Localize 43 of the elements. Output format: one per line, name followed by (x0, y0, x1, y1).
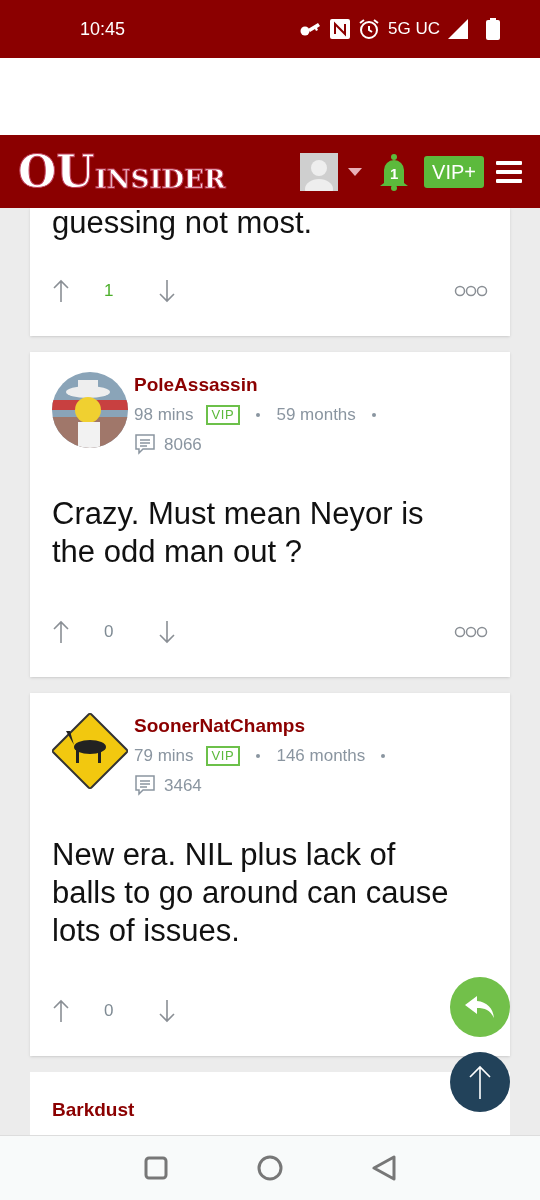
post-body: Crazy. Must mean Neyor is the odd man out ? (52, 495, 425, 571)
vote-count: 0 (104, 621, 115, 644)
comment-icon (134, 774, 156, 797)
post-body: New era. NIL plus lack of balls to go around can cause lots of issues. (52, 836, 450, 950)
upvote-icon[interactable] (52, 279, 70, 303)
downvote-icon[interactable] (158, 999, 176, 1023)
vote-count: 0 (104, 1000, 115, 1023)
more-options-icon[interactable] (454, 626, 488, 638)
home-icon[interactable] (257, 1155, 283, 1181)
network-label: 5G UC (388, 18, 440, 41)
reply-icon (465, 996, 495, 1018)
member-tenure: 59 months (276, 404, 356, 426)
site-logo[interactable]: OUINSIDER (18, 149, 226, 194)
menu-icon[interactable] (496, 160, 522, 183)
key-icon (300, 22, 323, 36)
signal-icon (448, 19, 468, 39)
user-avatar[interactable] (300, 152, 339, 191)
upvote-icon[interactable] (52, 999, 70, 1023)
post-count: 8066 (164, 433, 202, 456)
vip-badge: VIP (205, 404, 241, 425)
vip-badge: VIP (205, 745, 241, 766)
alarm-icon (358, 18, 381, 40)
clock: 10:45 (80, 17, 126, 41)
author-name[interactable]: Barkdust (52, 1099, 135, 1120)
post-body: guessing not most. (52, 208, 314, 242)
caret-icon[interactable] (348, 167, 363, 176)
nfc-icon (330, 19, 351, 39)
upvote-icon[interactable] (52, 620, 70, 644)
recents-icon[interactable] (144, 1156, 169, 1180)
author-name[interactable]: SoonerNatChamps (134, 713, 402, 739)
comment-icon (134, 433, 156, 456)
more-options-icon[interactable] (454, 285, 488, 297)
post-time: 98 mins (134, 404, 194, 426)
downvote-icon[interactable] (158, 620, 176, 644)
member-tenure: 146 months (276, 745, 366, 767)
post-count: 3464 (164, 774, 202, 797)
battery-icon (486, 18, 500, 40)
author-name[interactable]: PoleAssassin (134, 372, 392, 398)
arrow-up-icon (468, 1065, 492, 1099)
post-time: 79 mins (134, 745, 194, 767)
downvote-icon[interactable] (158, 279, 176, 303)
vote-count: 1 (104, 280, 115, 303)
back-icon[interactable] (371, 1155, 396, 1181)
